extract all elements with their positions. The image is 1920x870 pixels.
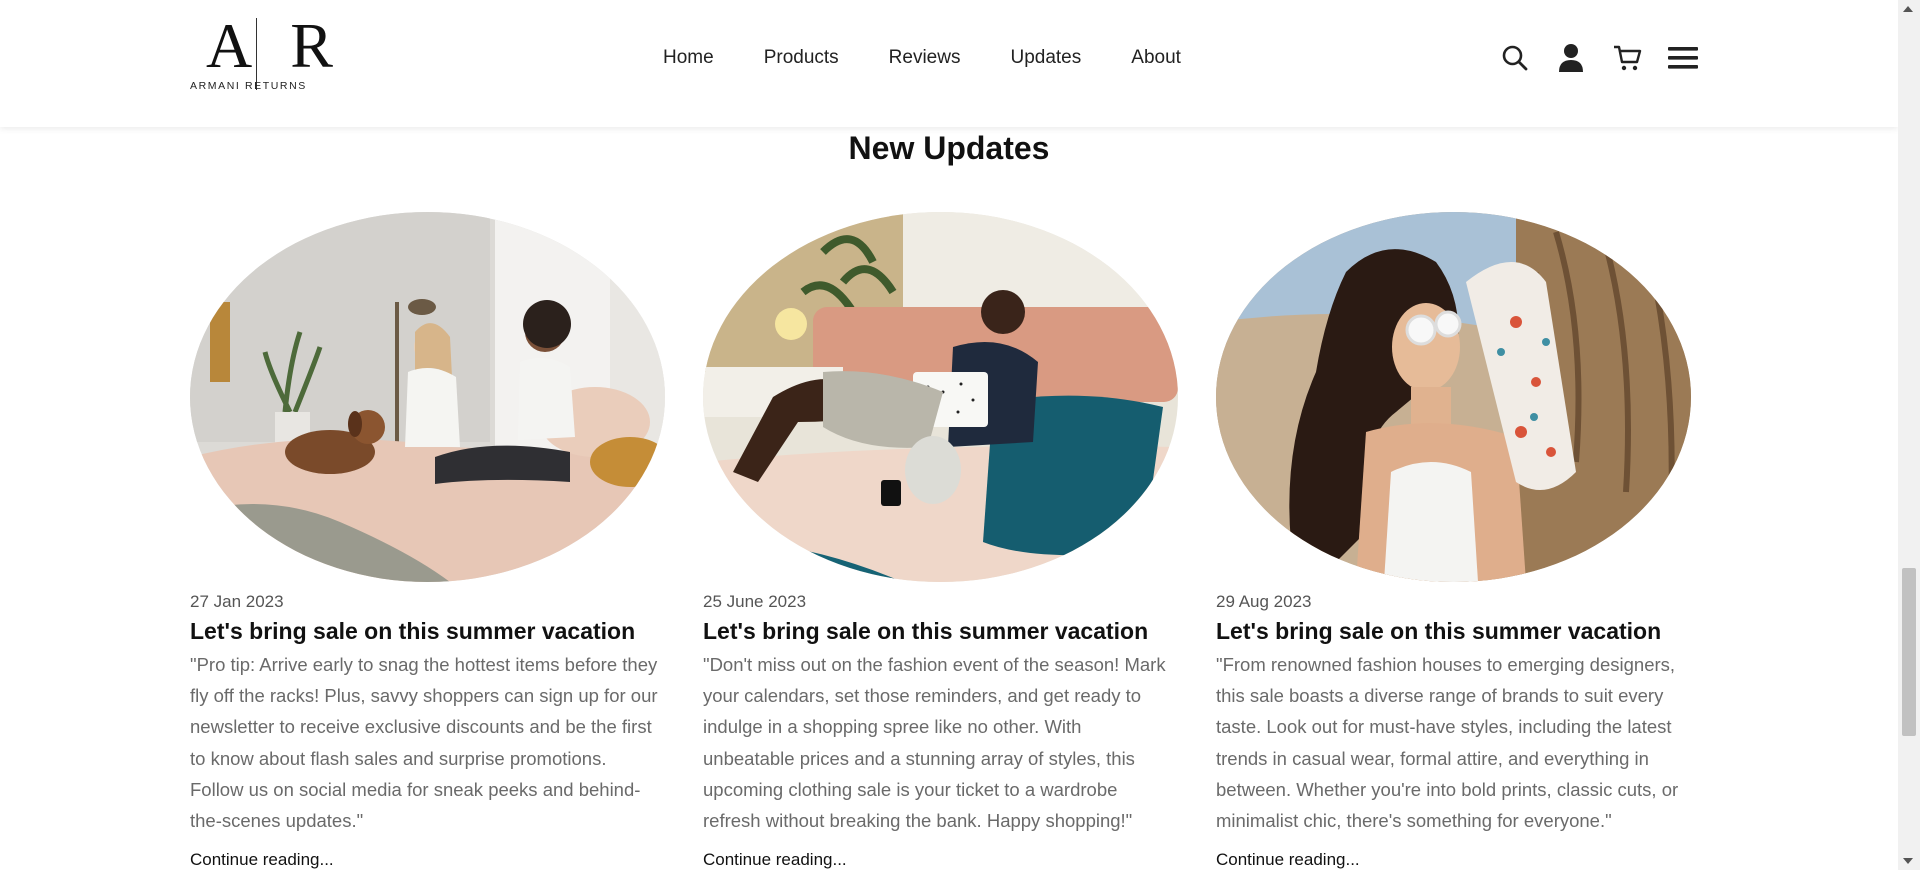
update-card: 29 Aug 2023 Let's bring sale on this sum… (1216, 212, 1696, 869)
nav-home[interactable]: Home (663, 47, 714, 69)
beach-woman-photo (1216, 212, 1691, 582)
card-title[interactable]: Let's bring sale on this summer vacation (190, 618, 635, 645)
cart-button[interactable] (1607, 40, 1647, 76)
card-excerpt: "From renowned fashion houses to emergin… (1216, 654, 1679, 832)
card-date: 27 Jan 2023 (190, 592, 284, 611)
nav-products[interactable]: Products (764, 47, 839, 69)
scroll-up-arrow-icon[interactable] (1903, 6, 1913, 12)
page: A R ARMANI RETURNS Home Products Reviews… (0, 0, 1898, 870)
man-reading-photo (703, 212, 1178, 582)
nav-updates[interactable]: Updates (1010, 47, 1081, 69)
search-button[interactable] (1495, 40, 1535, 76)
nav-about[interactable]: About (1131, 47, 1181, 69)
menu-icon (1668, 47, 1698, 69)
search-icon (1502, 45, 1528, 71)
card-date: 25 June 2023 (703, 592, 807, 611)
continue-reading-link[interactable]: Continue reading... (1216, 850, 1360, 870)
card-image[interactable] (190, 212, 665, 582)
card-title[interactable]: Let's bring sale on this summer vacation (1216, 618, 1661, 645)
update-card: 25 June 2023 Let's bring sale on this su… (703, 212, 1183, 869)
scroll-down-arrow-icon[interactable] (1903, 858, 1913, 864)
card-image[interactable] (1216, 212, 1691, 582)
logo-mark: A R (206, 10, 335, 81)
section-title: New Updates (848, 130, 1050, 166)
cart-icon (1614, 45, 1642, 71)
card-date: 29 Aug 2023 (1216, 592, 1312, 611)
card-image[interactable] (703, 212, 1178, 582)
site-header: A R ARMANI RETURNS Home Products Reviews… (0, 0, 1898, 127)
main-nav: Home Products Reviews Updates About (663, 47, 1181, 69)
account-button[interactable] (1551, 40, 1591, 76)
header-icons (1495, 40, 1703, 76)
scroll-thumb[interactable] (1902, 568, 1916, 736)
nav-reviews[interactable]: Reviews (889, 47, 961, 69)
card-excerpt: "Pro tip: Arrive early to snag the hotte… (190, 654, 658, 832)
card-title[interactable]: Let's bring sale on this summer vacation (703, 618, 1148, 645)
menu-button[interactable] (1663, 40, 1703, 76)
logo[interactable]: A R ARMANI RETURNS (190, 14, 340, 94)
card-excerpt: "Don't miss out on the fashion event of … (703, 654, 1166, 832)
logo-text: ARMANI RETURNS (190, 80, 307, 92)
scrollbar[interactable] (1898, 0, 1920, 870)
user-icon (1559, 44, 1583, 72)
continue-reading-link[interactable]: Continue reading... (190, 850, 334, 870)
update-card: 27 Jan 2023 Let's bring sale on this sum… (190, 212, 670, 869)
bedroom-dog-photo (190, 212, 665, 582)
continue-reading-link[interactable]: Continue reading... (703, 850, 847, 870)
